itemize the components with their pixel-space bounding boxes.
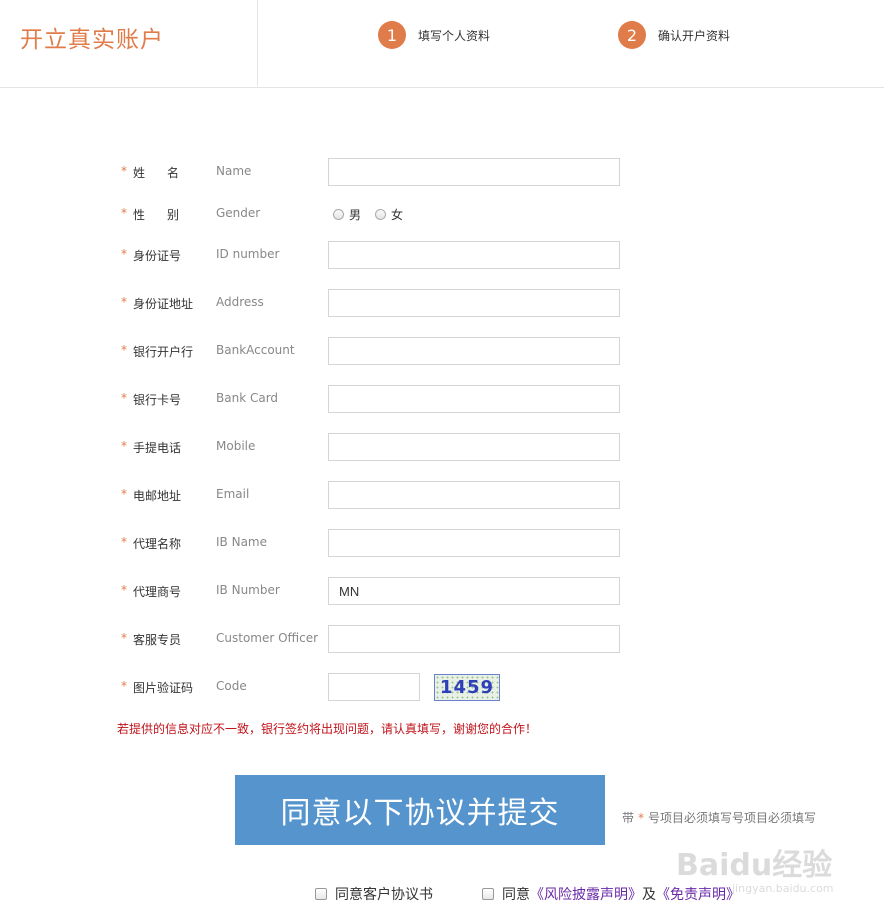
gender-label-en: Gender: [216, 206, 261, 220]
submit-button[interactable]: 同意以下协议并提交: [235, 775, 605, 845]
form-row-mobile: * 手提电话 Mobile: [0, 433, 884, 461]
required-mark: *: [121, 631, 127, 645]
required-mark: *: [121, 391, 127, 405]
header-divider: [257, 0, 258, 86]
form-row-customer-officer: * 客服专员 Customer Officer: [0, 625, 884, 653]
page-title: 开立真实账户: [20, 27, 164, 53]
baidu-jingyan-watermark: Baidu经验 jingyan.baidu.com: [676, 820, 846, 910]
ib-name-label-en: IB Name: [216, 535, 267, 549]
name-label: 姓名: [133, 166, 202, 180]
form-row-bank-account: * 银行开户行 BankAccount: [0, 337, 884, 365]
email-label: 电邮地址: [133, 489, 182, 503]
ib-number-input[interactable]: [328, 577, 620, 605]
required-mark: *: [121, 679, 127, 693]
ib-number-label-en: IB Number: [216, 583, 280, 597]
form-row-address: * 身份证地址 Address: [0, 289, 884, 317]
captcha-image[interactable]: 1459: [434, 674, 500, 701]
bank-account-label-en: BankAccount: [216, 343, 295, 357]
bank-card-label-en: Bank Card: [216, 391, 279, 405]
customer-officer-input[interactable]: [328, 625, 620, 653]
agree-disclosures-checkbox[interactable]: [482, 888, 494, 900]
form-row-ib-name: * 代理名称 IB Name: [0, 529, 884, 557]
agree-disclosures-prefix: 同意: [502, 887, 530, 903]
email-label-en: Email: [216, 487, 250, 501]
address-label: 身份证地址: [133, 297, 194, 311]
watermark-text: Baidu经验: [676, 848, 833, 883]
address-label-en: Address: [216, 295, 264, 309]
step-2-label: 确认开户资料: [658, 28, 731, 43]
address-input[interactable]: [328, 289, 620, 317]
required-mark: *: [121, 206, 127, 220]
page-header: 开立真实账户 1 填写个人资料 2 确认开户资料: [0, 0, 884, 88]
customer-officer-label-en: Customer Officer: [216, 631, 319, 645]
step-1-label: 填写个人资料: [418, 28, 491, 43]
form-row-code: * 图片验证码 Code 1459: [0, 673, 884, 701]
gender-female-radio[interactable]: [375, 209, 387, 220]
gender-male-label[interactable]: 男: [349, 206, 361, 223]
name-label-en: Name: [216, 164, 252, 178]
agree-disclosures-mid: 及: [642, 887, 656, 903]
agree-client-agreement-label[interactable]: 同意客户协议书: [335, 884, 433, 904]
mobile-label-en: Mobile: [216, 439, 256, 453]
form-row-name: * 姓名 Name: [0, 158, 884, 186]
agree-client-agreement-checkbox[interactable]: [315, 888, 327, 900]
step-2: 2 确认开户资料: [618, 21, 730, 49]
id-number-input[interactable]: [328, 241, 620, 269]
agree-client-agreement: 同意客户协议书: [315, 884, 433, 904]
ib-number-label: 代理商号: [133, 585, 182, 599]
gender-male-radio[interactable]: [333, 209, 344, 220]
bank-card-label: 银行卡号: [133, 393, 182, 407]
risk-disclosure-link[interactable]: 《风险披露声明》: [530, 884, 642, 904]
email-input[interactable]: [328, 481, 620, 509]
required-mark: *: [121, 247, 127, 261]
bank-account-label: 银行开户行: [133, 345, 194, 359]
name-input[interactable]: [328, 158, 620, 186]
required-mark: *: [121, 439, 127, 453]
gender-female-label[interactable]: 女: [391, 206, 403, 223]
required-mark: *: [121, 295, 127, 309]
gender-radio-group: 男 女: [333, 206, 417, 223]
ib-name-input[interactable]: [328, 529, 620, 557]
required-mark: *: [121, 583, 127, 597]
required-mark: *: [121, 535, 127, 549]
form-row-id-number: * 身份证号 ID number: [0, 241, 884, 269]
step-1: 1 填写个人资料: [378, 21, 490, 49]
code-input[interactable]: [328, 673, 420, 701]
required-mark: *: [121, 164, 127, 178]
form-row-ib-number: * 代理商号 IB Number: [0, 577, 884, 605]
required-mark: *: [121, 487, 127, 501]
ib-name-label: 代理名称: [133, 537, 182, 551]
bank-account-input[interactable]: [328, 337, 620, 365]
bank-card-input[interactable]: [328, 385, 620, 413]
required-note-prefix: 带: [622, 811, 635, 825]
step-1-number: 1: [378, 21, 406, 49]
form-row-email: * 电邮地址 Email: [0, 481, 884, 509]
form-row-gender: * 性别 Gender 男 女: [0, 200, 884, 228]
mobile-label: 手提电话: [133, 441, 182, 455]
customer-officer-label: 客服专员: [133, 633, 182, 647]
required-mark: *: [121, 343, 127, 357]
required-note-star: *: [638, 811, 645, 825]
step-2-number: 2: [618, 21, 646, 49]
id-number-label: 身份证号: [133, 249, 182, 263]
code-label: 图片验证码: [133, 681, 194, 695]
gender-label: 性别: [133, 208, 202, 222]
warning-text: 若提供的信息对应不一致，银行签约将出现问题，请认真填写，谢谢您的合作！: [117, 722, 538, 736]
form-row-bank-card: * 银行卡号 Bank Card: [0, 385, 884, 413]
watermark-url: jingyan.baidu.com: [732, 882, 834, 895]
code-label-en: Code: [216, 679, 247, 693]
mobile-input[interactable]: [328, 433, 620, 461]
id-number-label-en: ID number: [216, 247, 280, 261]
